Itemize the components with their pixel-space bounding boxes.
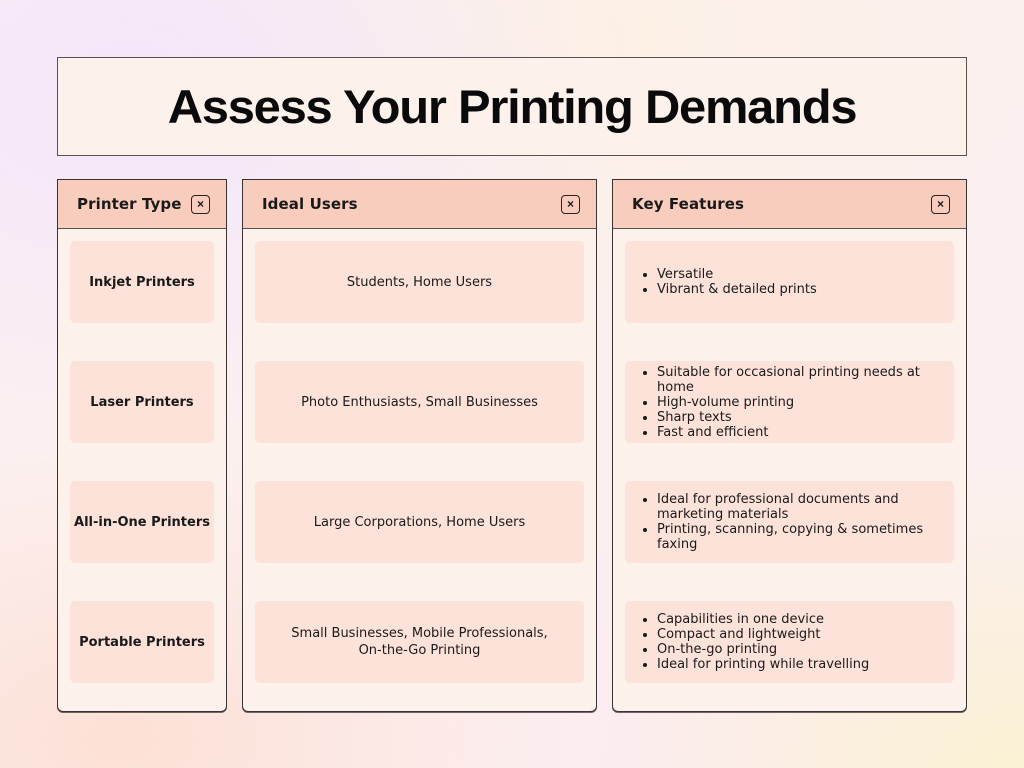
ideal-users-text: Small Businesses, Mobile Professionals, … xyxy=(291,626,548,658)
printer-type-label: Inkjet Printers xyxy=(89,274,195,290)
ideal-users-text: Large Corporations, Home Users xyxy=(313,514,526,530)
close-icon: × xyxy=(566,197,574,211)
ideal-users-cell: Students, Home Users xyxy=(255,241,584,323)
ideal-users-cell: Large Corporations, Home Users xyxy=(255,481,584,563)
feature-item: Suitable for occasional printing needs a… xyxy=(639,365,954,395)
feature-item: Compact and lightweight xyxy=(639,627,869,642)
feature-list: Versatile Vibrant & detailed prints xyxy=(625,267,817,297)
panel-printer-type: Printer Type × Inkjet Printers Laser Pri… xyxy=(57,179,227,712)
printer-type-cell: Portable Printers xyxy=(70,601,214,683)
close-icon: × xyxy=(196,197,204,211)
panel-header: Key Features × xyxy=(613,180,966,229)
feature-list: Ideal for professional documents and mar… xyxy=(625,492,954,552)
feature-item: Sharp texts xyxy=(639,410,954,425)
feature-list: Suitable for occasional printing needs a… xyxy=(625,365,954,440)
close-icon: × xyxy=(936,197,944,211)
ideal-users-cell: Photo Enthusiasts, Small Businesses xyxy=(255,361,584,443)
feature-item: Ideal for printing while travelling xyxy=(639,657,869,672)
feature-item: Fast and efficient xyxy=(639,425,954,440)
key-features-cell: Suitable for occasional printing needs a… xyxy=(625,361,954,443)
feature-item: Vibrant & detailed prints xyxy=(639,282,817,297)
panel-ideal-users: Ideal Users × Students, Home Users Photo… xyxy=(242,179,597,712)
key-features-cell: Capabilities in one device Compact and li… xyxy=(625,601,954,683)
printer-type-label: All-in-One Printers xyxy=(74,514,210,530)
printer-type-label: Laser Printers xyxy=(90,394,194,410)
close-ideal-users-button[interactable]: × xyxy=(561,194,580,214)
feature-item: Ideal for professional documents and mar… xyxy=(639,492,954,522)
feature-item: Printing, scanning, copying & sometimes … xyxy=(639,522,954,552)
feature-item: On-the-go printing xyxy=(639,642,869,657)
panel-header: Printer Type × xyxy=(58,180,226,229)
ideal-users-text: Students, Home Users xyxy=(346,274,493,290)
ideal-users-cell: Small Businesses, Mobile Professionals, … xyxy=(255,601,584,683)
printer-type-cell: Laser Printers xyxy=(70,361,214,443)
close-printer-type-button[interactable]: × xyxy=(191,194,210,214)
ideal-users-text: Photo Enthusiasts, Small Businesses xyxy=(301,394,538,410)
feature-list: Capabilities in one device Compact and li… xyxy=(625,612,869,672)
printer-type-label: Portable Printers xyxy=(79,634,205,650)
panel-header: Ideal Users × xyxy=(243,180,596,229)
column-header-key-features: Key Features xyxy=(632,195,745,213)
feature-item: High-volume printing xyxy=(639,395,954,410)
printer-type-cell: Inkjet Printers xyxy=(70,241,214,323)
feature-item: Versatile xyxy=(639,267,817,282)
column-header-ideal-users: Ideal Users xyxy=(262,195,358,213)
panel-key-features: Key Features × Versatile Vibrant & detail… xyxy=(612,179,967,712)
page-title: Assess Your Printing Demands xyxy=(167,80,858,133)
column-header-printer-type: Printer Type xyxy=(77,195,182,213)
close-key-features-button[interactable]: × xyxy=(931,194,950,214)
title-banner: Assess Your Printing Demands xyxy=(57,57,967,156)
key-features-cell: Ideal for professional documents and mar… xyxy=(625,481,954,563)
feature-item: Capabilities in one device xyxy=(639,612,869,627)
key-features-cell: Versatile Vibrant & detailed prints xyxy=(625,241,954,323)
printer-type-cell: All-in-One Printers xyxy=(70,481,214,563)
